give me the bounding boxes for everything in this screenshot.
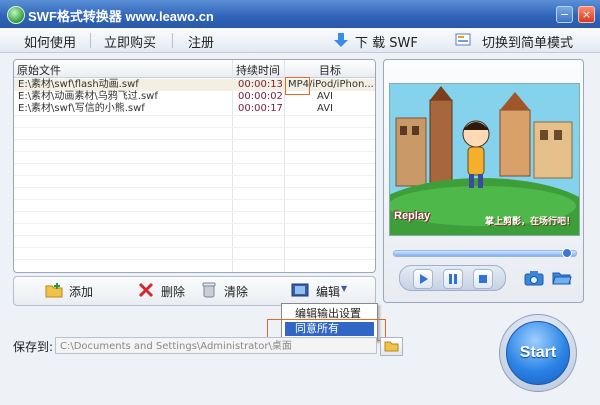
delete-icon — [138, 282, 154, 298]
preview-panel: Replay 掌上剪影，在场行吧！ — [383, 59, 584, 303]
row-file: E:\素材\swf\写信的小熊.swf — [18, 103, 145, 114]
edit-button[interactable]: 编辑 — [316, 283, 340, 300]
playback-controls — [399, 265, 506, 291]
table-row[interactable]: E:\素材\swf\写信的小熊.swf 00:00:17 AVI — [14, 103, 375, 115]
start-button[interactable]: Start — [506, 321, 570, 385]
row-divider — [14, 247, 375, 248]
app-window: SWF格式转换器 www.leawo.cn − × 如何使用 立即购买 注册 下… — [0, 0, 600, 405]
play-icon — [420, 274, 428, 284]
edit-film-icon — [291, 283, 309, 297]
stop-button[interactable] — [473, 269, 493, 289]
action-toolbar: 添加 删除 清除 编辑 ▼ — [13, 276, 376, 306]
minimize-button[interactable]: − — [556, 6, 573, 23]
row-target[interactable]: AVI — [317, 103, 333, 115]
stop-icon — [479, 275, 487, 283]
delete-button[interactable]: 删除 — [161, 283, 185, 300]
menu-separator — [90, 33, 91, 48]
app-logo-icon — [7, 6, 25, 24]
menu-bar: 如何使用 立即购买 注册 下 载 SWF 切换到简单模式 — [0, 28, 600, 53]
target-callout-box — [285, 77, 310, 95]
save-path-field[interactable]: C:\Documents and Settings\Administrator\… — [55, 337, 377, 354]
file-list[interactable]: 原始文件 持续时间 目标 E:\素材\swf\flash动画.swf 00:00… — [13, 59, 376, 273]
row-divider — [14, 175, 375, 176]
menu-how-to-use[interactable]: 如何使用 — [24, 32, 76, 51]
table-row[interactable]: E:\素材\swf\flash动画.swf 00:00:13 MP4/iPod/… — [14, 79, 375, 91]
clear-button[interactable]: 清除 — [224, 283, 248, 300]
column-duration[interactable]: 持续时间 — [236, 62, 280, 78]
row-divider — [14, 211, 375, 212]
add-button[interactable]: 添加 — [69, 283, 93, 300]
row-file: E:\素材\动画素材\乌鸦飞过.swf — [18, 91, 158, 102]
file-list-header: 原始文件 持续时间 目标 — [14, 60, 375, 78]
close-button[interactable]: × — [578, 6, 595, 23]
download-arrow-icon — [334, 33, 348, 47]
row-divider — [14, 199, 375, 200]
row-divider — [14, 223, 375, 224]
replay-label[interactable]: Replay — [394, 210, 430, 222]
row-divider — [14, 259, 375, 260]
save-to-label: 保存到: — [13, 340, 54, 354]
menu-buy-now[interactable]: 立即购买 — [104, 32, 156, 51]
row-divider — [14, 151, 375, 152]
row-divider — [14, 115, 375, 116]
pause-button[interactable] — [443, 269, 463, 289]
title-bar[interactable]: SWF格式转换器 www.leawo.cn − × — [0, 0, 600, 28]
row-duration: 00:00:02 — [238, 91, 283, 102]
add-folder-icon — [45, 283, 63, 298]
clear-bin-icon — [202, 282, 216, 298]
seek-slider[interactable] — [393, 250, 577, 257]
row-divider — [14, 139, 375, 140]
row-target[interactable]: AVI — [317, 91, 333, 103]
row-divider — [14, 235, 375, 236]
row-divider — [14, 163, 375, 164]
open-folder-icon[interactable] — [552, 270, 572, 286]
pause-icon — [449, 274, 457, 284]
play-button[interactable] — [413, 269, 433, 289]
menu-register[interactable]: 注册 — [188, 32, 214, 51]
row-duration: 00:00:17 — [238, 103, 283, 114]
table-row[interactable]: E:\素材\动画素材\乌鸦飞过.swf 00:00:02 AVI — [14, 91, 375, 103]
window-title: SWF格式转换器 www.leawo.cn — [28, 9, 214, 24]
row-divider — [14, 127, 375, 128]
column-original-file[interactable]: 原始文件 — [17, 62, 61, 78]
menu-separator — [172, 33, 173, 48]
browse-folder-button[interactable] — [380, 337, 403, 356]
seek-slider-thumb[interactable] — [562, 248, 572, 258]
column-target[interactable]: 目标 — [319, 62, 341, 78]
switch-simple-mode-button[interactable]: 切换到简单模式 — [482, 32, 573, 51]
edit-dropdown-arrow-icon[interactable]: ▼ — [341, 284, 347, 293]
row-file: E:\素材\swf\flash动画.swf — [18, 79, 139, 90]
row-divider — [14, 187, 375, 188]
row-duration: 00:00:13 — [238, 79, 283, 90]
download-swf-button[interactable]: 下 载 SWF — [355, 32, 418, 51]
snapshot-camera-icon[interactable] — [524, 270, 544, 286]
switch-mode-icon — [455, 33, 471, 46]
browse-folder-icon — [384, 341, 399, 352]
video-preview-screen[interactable]: Replay 掌上剪影，在场行吧！ — [389, 83, 580, 236]
preview-caption: 掌上剪影，在场行吧！ — [485, 217, 576, 227]
